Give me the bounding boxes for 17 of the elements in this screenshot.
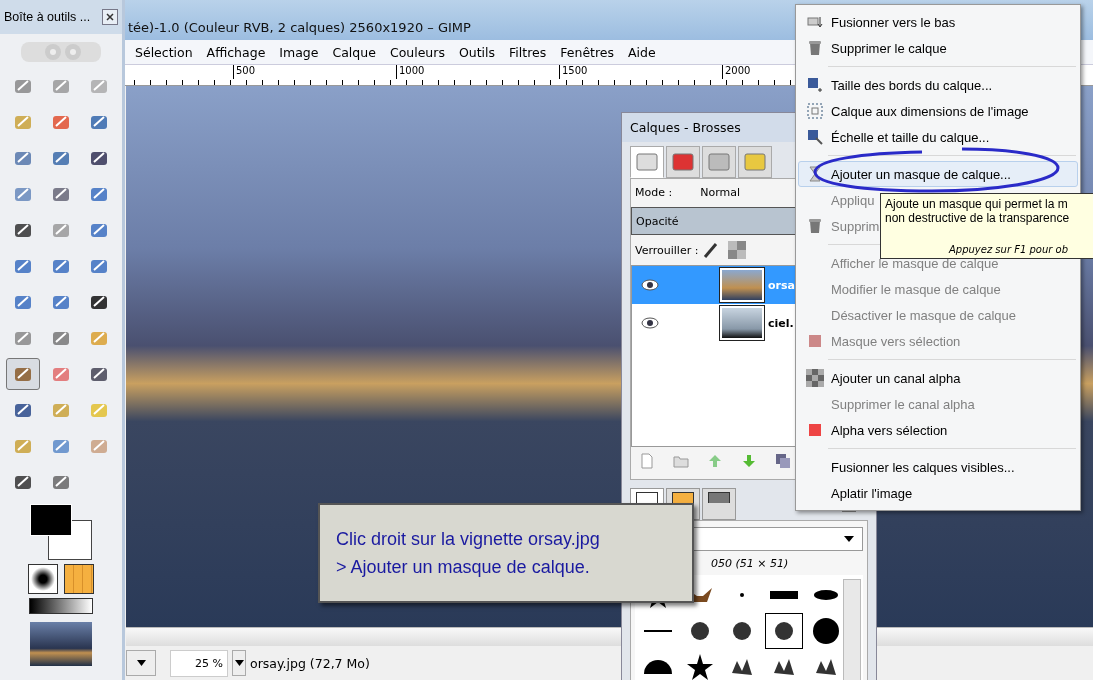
tooltip-text: Ajoute un masque qui permet la m <box>885 197 1069 211</box>
dialog-title: Calques - Brosses <box>630 120 741 135</box>
lock-label: Verrouiller : <box>635 243 699 257</box>
tooltip-text: non destructive de la transparence <box>885 211 1071 225</box>
file-info: orsay.jpg (72,7 Mo) <box>250 655 370 671</box>
ruler-label: 500 <box>233 65 396 79</box>
ruler-label: 1500 <box>559 65 722 79</box>
window-title: Boîte à outils ... <box>4 10 91 24</box>
brush-info: 050 (51 × 51) <box>710 557 790 572</box>
ruler-label: 1000 <box>396 65 559 79</box>
callout-text: > Ajouter un masque de calque. <box>336 556 591 579</box>
callout-text: Clic droit sur la vignette orsay.jpg <box>336 528 601 551</box>
layer-name: orsa <box>768 278 795 292</box>
mode-label: Mode : <box>635 185 673 199</box>
tooltip-hint: Appuyez sur F1 pour ob <box>949 244 1070 255</box>
layer-name: ciel. <box>768 316 794 330</box>
window-title: tée)-1.0 (Couleur RVB, 2 calques) 2560x1920 – GIMP <box>128 20 471 35</box>
